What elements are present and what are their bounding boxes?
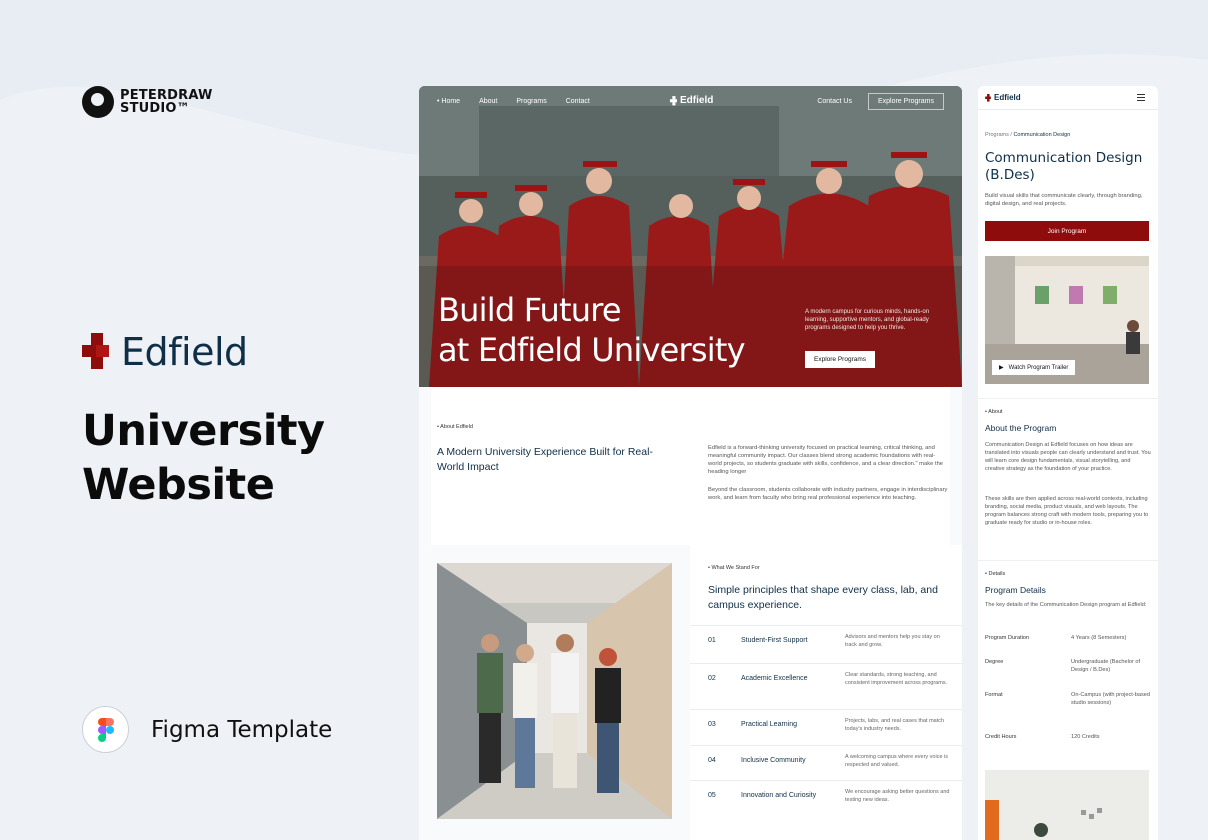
detail-value: On-Campus (with project-based studio ses… (1071, 692, 1150, 706)
value-title: Innovation and Curiosity (741, 792, 817, 799)
detail-value: 4 Years (8 Semesters) (1071, 635, 1127, 641)
value-number: 05 (708, 792, 716, 799)
studio-logo-icon (82, 86, 114, 118)
studio-logo: PETERDRAW STUDIO™ (82, 86, 213, 118)
brand-logo: Edfield (82, 330, 248, 374)
hero-title-line1: Build Future (438, 291, 622, 329)
mobile-brand[interactable]: Edfield (985, 93, 1021, 102)
nav-about[interactable]: About (479, 98, 497, 105)
detail-key: Program Duration (985, 635, 1030, 641)
detail-key: Degree (985, 659, 1004, 665)
values-section: What We Stand For Simple principles that… (419, 545, 962, 840)
watch-trailer-button[interactable]: ▶ Watch Program Trailer (992, 360, 1076, 375)
program-title: Communication Design (B.Des) (985, 150, 1143, 183)
program-details-section: Details Program Details The key details … (978, 560, 1158, 760)
nav-contact-us[interactable]: Contact Us (817, 98, 852, 105)
value-title: Academic Excellence (741, 675, 808, 682)
crumb-programs[interactable]: Programs (985, 132, 1009, 138)
nav-contact[interactable]: Contact (566, 98, 590, 105)
mobile-about-heading: About the Program (985, 423, 1057, 433)
value-desc: A welcoming campus where every voice is … (845, 754, 949, 768)
value-desc: Clear standards, strong teaching, and co… (845, 672, 948, 686)
value-desc: Advisors and mentors help you stay on tr… (845, 634, 940, 648)
mobile-about-section: About About the Program Communication De… (978, 398, 1158, 558)
details-heading: Program Details (985, 585, 1046, 595)
details-intro: The key details of the Communication Des… (985, 602, 1147, 608)
figma-icon (82, 706, 129, 753)
headline-line2: Website (82, 460, 275, 510)
studio-name-line2: STUDIO™ (120, 101, 190, 116)
desktop-mockup: • Home About Programs Contact Edfield Co… (419, 86, 962, 840)
studio-photo (985, 770, 1149, 840)
edfield-mark-icon (670, 95, 677, 105)
crumb-separator: / (1010, 132, 1012, 138)
value-number: 04 (708, 757, 716, 764)
value-row: 04 Inclusive Community A welcoming campu… (690, 745, 962, 779)
values-tag: What We Stand For (708, 565, 759, 571)
hero-description: A modern campus for curious minds, hands… (805, 309, 930, 331)
mobile-about-tag: About (985, 409, 1002, 415)
hero-title: Build Future at Edfield University (438, 290, 746, 370)
students-hallway-photo (437, 563, 672, 819)
value-title: Student-First Support (741, 637, 808, 644)
value-row: 02 Academic Excellence Clear standards, … (690, 663, 962, 703)
detail-value: Undergraduate (Bachelor of Design / B.De… (1071, 659, 1141, 673)
value-title: Practical Learning (741, 721, 798, 728)
about-paragraph-2: Beyond the classroom, students collabora… (708, 487, 948, 501)
value-row: 05 Innovation and Curiosity We encourage… (690, 780, 962, 814)
program-video[interactable]: ▶ Watch Program Trailer (985, 256, 1149, 384)
value-number: 02 (708, 675, 716, 682)
values-heading: Simple principles that shape every class… (708, 584, 938, 611)
mobile-about-p2: These skills are then applied across rea… (985, 496, 1149, 526)
about-section: About Edfield A Modern University Experi… (431, 387, 950, 545)
mobile-mockup: Edfield Programs / Communication Design … (978, 86, 1158, 840)
detail-key: Format (985, 692, 1003, 698)
value-number: 01 (708, 637, 716, 644)
about-tag: About Edfield (437, 424, 473, 430)
nav-explore-button[interactable]: Explore Programs (867, 93, 944, 110)
value-title: Inclusive Community (741, 757, 806, 764)
breadcrumb: Programs / Communication Design (985, 132, 1070, 138)
value-desc: Projects, labs, and real cases that matc… (845, 718, 945, 732)
value-desc: We encourage asking better questions and… (845, 789, 950, 803)
studio-room-image (985, 770, 1149, 840)
about-heading: A Modern University Experience Built for… (437, 446, 653, 473)
nav-brand-label: Edfield (680, 95, 714, 106)
edfield-mark-icon (82, 333, 109, 369)
figma-badge: Figma Template (82, 706, 332, 753)
nav-programs[interactable]: Programs (516, 98, 546, 105)
details-tag: Details (985, 571, 1005, 577)
desktop-nav: • Home About Programs Contact Edfield Co… (419, 86, 962, 116)
crumb-current: Communication Design (1013, 132, 1071, 138)
nav-brand[interactable]: Edfield (670, 95, 713, 106)
program-subtitle: Build visual skills that communicate cle… (985, 193, 1143, 207)
value-row: 01 Student-First Support Advisors and me… (690, 625, 962, 659)
hero-title-line2: at Edfield University (438, 331, 746, 369)
menu-icon[interactable] (1137, 94, 1145, 101)
detail-value: 120 Credits (1071, 734, 1100, 740)
value-row: 03 Practical Learning Projects, labs, an… (690, 709, 962, 743)
brand-name: Edfield (121, 330, 248, 374)
hero-section: • Home About Programs Contact Edfield Co… (419, 86, 962, 387)
values-panel: What We Stand For Simple principles that… (690, 545, 962, 840)
figma-template-label: Figma Template (151, 716, 333, 743)
watch-trailer-label: Watch Program Trailer (1008, 364, 1069, 371)
mobile-brand-label: Edfield (994, 93, 1021, 102)
headline-line1: University (82, 406, 325, 456)
hero-explore-button[interactable]: Explore Programs (805, 351, 876, 368)
edfield-mark-icon (985, 93, 991, 102)
value-number: 03 (708, 721, 716, 728)
detail-key: Credit Hours (985, 734, 1017, 740)
nav-home[interactable]: • Home (437, 98, 460, 105)
page-headline: University Website (82, 404, 382, 512)
mobile-about-p1: Communication Design at Edfield focuses … (985, 442, 1151, 472)
join-program-button[interactable]: Join Program (985, 221, 1149, 241)
about-paragraph-1: Edfield is a forward-thinking university… (708, 445, 944, 475)
play-icon: ▶ (999, 365, 1004, 371)
mobile-nav: Edfield (978, 86, 1158, 110)
